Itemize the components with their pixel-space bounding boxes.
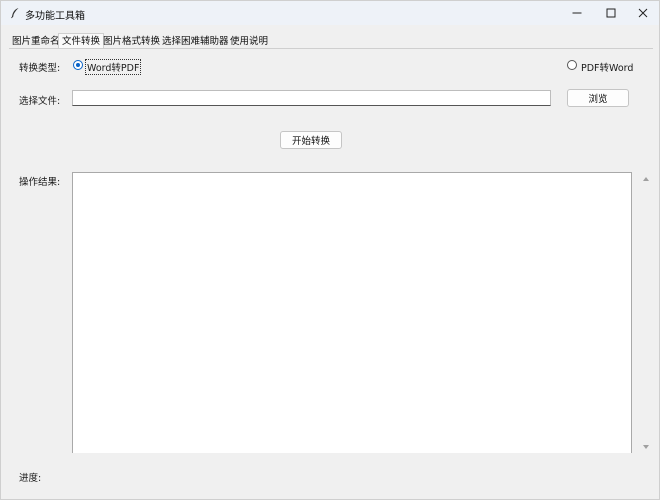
select-file-label: 选择文件: — [19, 96, 61, 107]
tab-image-rename[interactable]: 图片重命名 — [9, 35, 63, 48]
window-title: 多功能工具箱 — [25, 11, 85, 22]
file-path-input[interactable] — [72, 90, 551, 106]
minimize-icon — [572, 12, 582, 14]
tab-file-convert[interactable]: 文件转换 — [58, 33, 105, 48]
result-label: 操作结果: — [19, 177, 61, 188]
radio-pdf-to-word-label[interactable]: PDF转Word — [581, 60, 633, 74]
scroll-up-arrow-icon[interactable] — [642, 175, 650, 183]
app-window: 多功能工具箱 图片重命名 文件转换 图片格式转换 选择困难辅助器 使用说明 转换… — [0, 0, 660, 500]
minimize-button[interactable] — [561, 1, 593, 25]
radio-pdf-to-word[interactable] — [567, 60, 577, 70]
radio-word-to-pdf[interactable] — [73, 60, 83, 70]
radio-word-to-pdf-label[interactable]: Word转PDF — [85, 59, 142, 75]
maximize-icon — [606, 8, 616, 18]
close-icon — [638, 8, 648, 18]
start-convert-button[interactable]: 开始转换 — [280, 131, 342, 149]
tab-help[interactable]: 使用说明 — [227, 35, 271, 48]
progress-label: 进度: — [19, 473, 42, 484]
result-text-area[interactable] — [72, 172, 632, 453]
title-bar[interactable]: 多功能工具箱 — [1, 1, 659, 25]
browse-button[interactable]: 浏览 — [567, 89, 629, 107]
close-button[interactable] — [627, 1, 659, 25]
scroll-down-arrow-icon[interactable] — [642, 443, 650, 451]
maximize-button[interactable] — [595, 1, 627, 25]
progress-bar — [72, 471, 632, 481]
feather-icon — [11, 8, 19, 19]
conversion-type-label: 转换类型: — [19, 63, 61, 74]
tab-decision-helper[interactable]: 选择困难辅助器 — [159, 35, 232, 48]
tab-image-format-convert[interactable]: 图片格式转换 — [100, 35, 163, 48]
